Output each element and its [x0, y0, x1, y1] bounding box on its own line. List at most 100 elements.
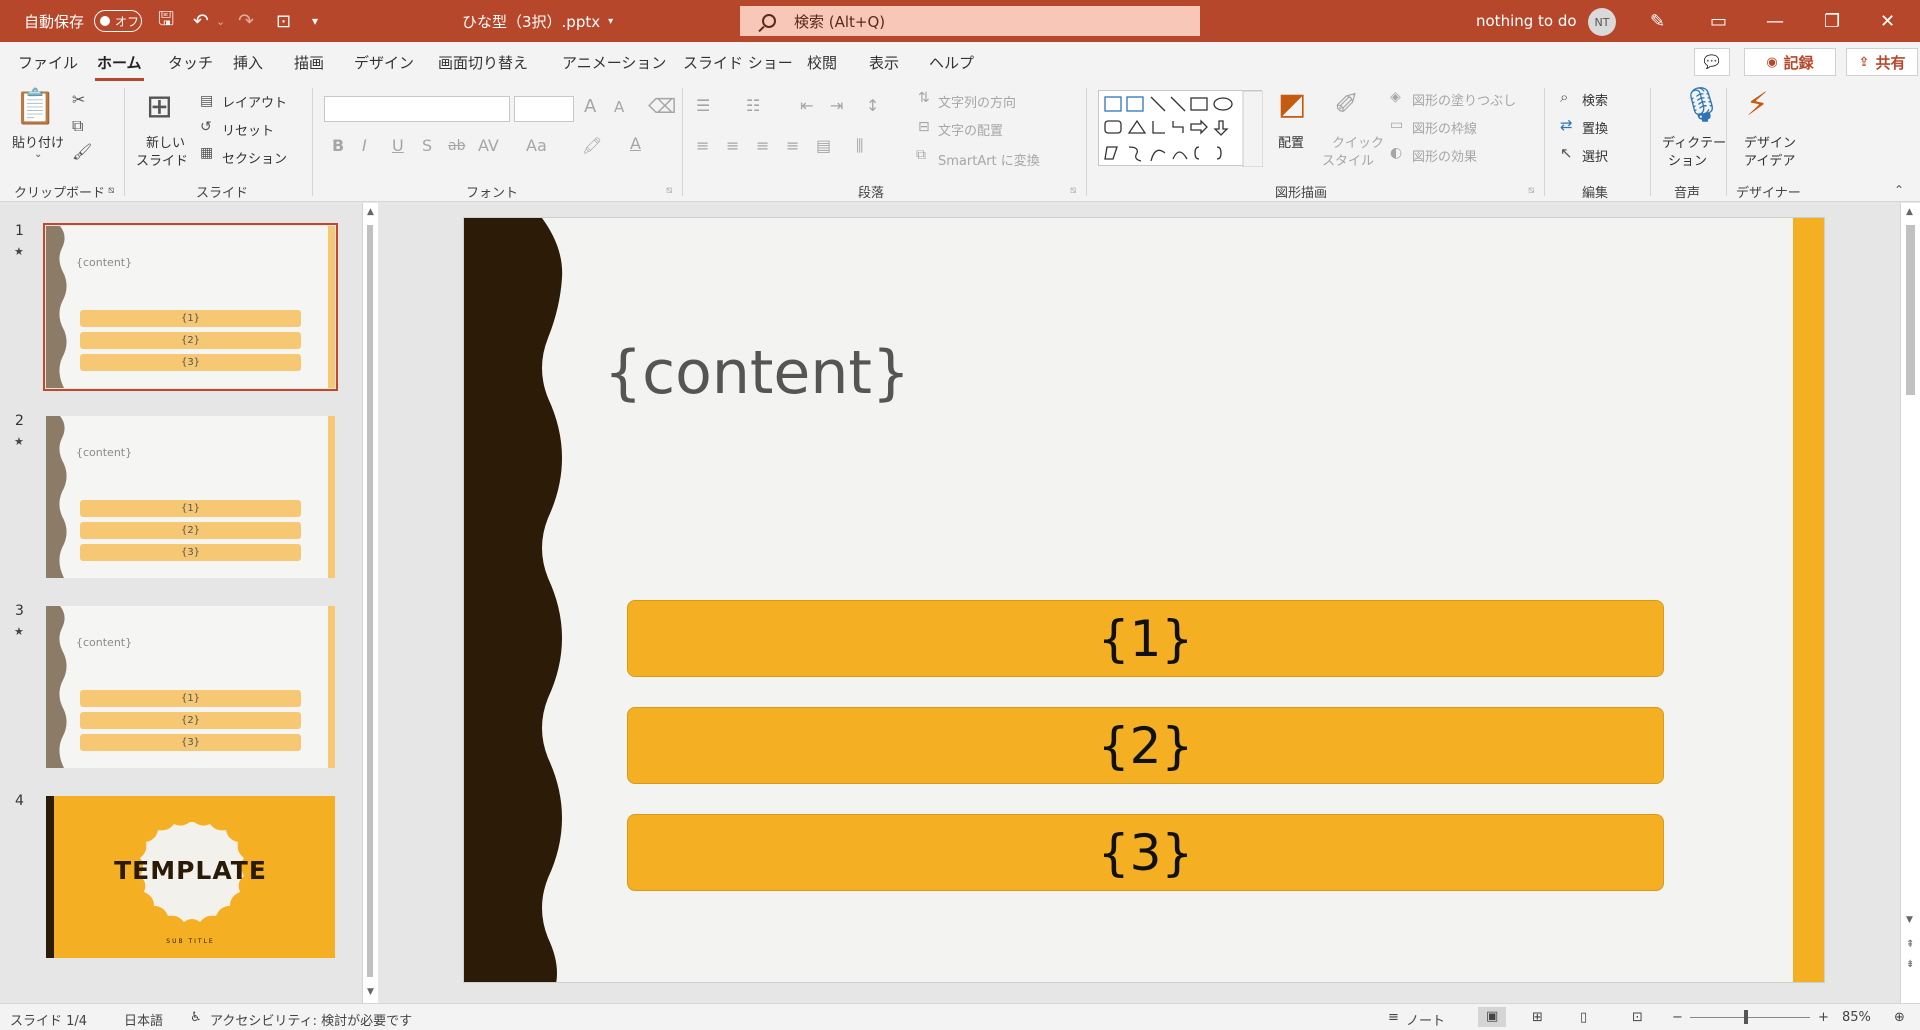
paragraph-launcher-icon[interactable]: ⧅ — [1070, 186, 1076, 196]
tab-file[interactable]: ファイル — [18, 52, 78, 73]
tab-help[interactable]: ヘルプ — [929, 52, 974, 73]
comments-button[interactable]: 💬 — [1694, 48, 1730, 76]
char-spacing-button[interactable]: AV — [478, 138, 499, 154]
pen-icon[interactable]: ✎ — [1650, 0, 1665, 42]
justify-icon[interactable]: ≡ — [786, 138, 799, 154]
shape-fill-button[interactable]: 図形の塗りつぶし — [1412, 90, 1516, 109]
scroll-up-icon[interactable]: ▲ — [1906, 207, 1913, 217]
accessibility-status[interactable]: アクセシビリティ: 検討が必要です — [210, 1010, 412, 1029]
slide-thumbnail-1[interactable]: {content} {1} {2} {3} — [43, 223, 338, 391]
tab-draw[interactable]: 描画 — [294, 52, 324, 73]
layout-button[interactable]: レイアウト — [222, 92, 287, 111]
align-left-icon[interactable]: ≡ — [696, 138, 709, 154]
design-ideas-icon[interactable]: ⚡ — [1746, 88, 1768, 120]
new-slide-icon[interactable]: ⊞ — [146, 90, 173, 122]
customize-qat-icon[interactable]: ▾ — [312, 0, 318, 42]
ribbon-display-icon[interactable]: ▭ — [1710, 0, 1727, 42]
shape-outline-button[interactable]: 図形の枠線 — [1412, 118, 1477, 137]
zoom-out-icon[interactable]: − — [1672, 1010, 1683, 1025]
columns-icon[interactable]: ⫼ — [856, 138, 863, 154]
font-size-combo[interactable] — [514, 96, 574, 122]
quick-styles-label-2[interactable]: スタイル — [1322, 150, 1374, 169]
option-box-2[interactable]: {2} — [627, 707, 1664, 784]
tab-transitions[interactable]: 画面切り替え — [438, 52, 528, 73]
zoom-slider[interactable] — [1690, 1017, 1810, 1018]
font-color-icon[interactable]: A — [630, 136, 641, 152]
font-launcher-icon[interactable]: ⧅ — [666, 186, 672, 196]
new-slide-label-2[interactable]: スライド — [136, 150, 188, 169]
underline-button[interactable]: U — [392, 138, 404, 154]
undo-icon[interactable]: ↶ — [193, 0, 209, 42]
redo-icon[interactable]: ↷ — [238, 0, 254, 42]
drawing-launcher-icon[interactable]: ⧅ — [1528, 186, 1534, 196]
zoom-level[interactable]: 85% — [1842, 1010, 1871, 1025]
bold-button[interactable]: B — [332, 138, 344, 154]
quick-styles-icon[interactable]: ✐ — [1334, 90, 1359, 120]
tab-view[interactable]: 表示 — [869, 52, 899, 73]
slide-thumbnail-4[interactable]: TEMPLATE SUB TITLE — [46, 796, 335, 958]
numbering-icon[interactable]: ☷ — [746, 98, 760, 114]
change-case-button[interactable]: Aa — [526, 138, 547, 154]
clipboard-launcher-icon[interactable]: ⧅ — [108, 186, 114, 196]
copy-icon[interactable]: ⧉ — [72, 118, 83, 134]
tab-insert[interactable]: 挿入 — [233, 52, 263, 73]
reading-view-icon[interactable]: ▯ — [1580, 1010, 1587, 1025]
align-right-icon[interactable]: ≡ — [756, 138, 769, 154]
arrange-icon[interactable]: ◩ — [1278, 90, 1306, 120]
shrink-font-icon[interactable]: A — [614, 100, 624, 115]
arrange-button[interactable]: 配置 — [1278, 132, 1304, 151]
text-direction-button[interactable]: 文字列の方向 — [938, 92, 1016, 111]
tab-animations[interactable]: アニメーション — [562, 52, 666, 73]
next-slide-icon[interactable]: ⇟ — [1906, 959, 1914, 970]
undo-dropdown-icon[interactable]: ⌄ — [216, 0, 225, 42]
minimize-button[interactable]: — — [1766, 0, 1784, 42]
slide-thumbnail-2[interactable]: {content} {1} {2} {3} — [46, 416, 335, 578]
present-icon[interactable]: ⊡ — [276, 0, 291, 42]
design-ideas-label-1[interactable]: デザイン — [1744, 132, 1796, 151]
notes-button[interactable]: ノート — [1406, 1010, 1445, 1029]
tab-slideshow[interactable]: スライド ショー — [683, 52, 793, 73]
shapes-gallery[interactable] — [1098, 90, 1264, 168]
zoom-slider-thumb[interactable] — [1744, 1010, 1748, 1024]
collapse-ribbon-icon[interactable]: ⌃ — [1894, 184, 1904, 196]
language-indicator[interactable]: 日本語 — [124, 1010, 163, 1029]
microphone-icon[interactable]: 🎙 — [1680, 88, 1723, 122]
highlight-icon[interactable]: 🖍 — [582, 138, 602, 154]
shadow-button[interactable]: S — [422, 138, 432, 154]
save-icon[interactable]: 🖫 — [158, 0, 174, 42]
grow-font-icon[interactable]: A — [584, 98, 596, 116]
slide-title[interactable]: {content} — [604, 338, 910, 408]
find-button[interactable]: 検索 — [1582, 90, 1608, 109]
share-button[interactable]: ⇪ 共有 — [1846, 48, 1918, 76]
scroll-down-icon[interactable]: ▼ — [367, 987, 374, 997]
new-slide-label-1[interactable]: 新しい — [146, 132, 185, 151]
document-title[interactable]: ひな型（3択）.pptx ▾ — [462, 0, 613, 42]
scrollbar-thumb[interactable] — [367, 225, 373, 977]
decrease-indent-icon[interactable]: ⇤ — [800, 98, 813, 114]
bullets-icon[interactable]: ☰ — [696, 98, 710, 114]
scroll-up-icon[interactable]: ▲ — [367, 207, 374, 217]
editor-scrollbar[interactable]: ▲ ▼ ⇞ ⇟ — [1900, 203, 1920, 1003]
design-ideas-label-2[interactable]: アイデア — [1744, 150, 1795, 169]
slide-canvas[interactable]: {content} {1} {2} {3} — [463, 217, 1825, 983]
user-name[interactable]: nothing to do — [1476, 0, 1577, 42]
fit-to-window-icon[interactable]: ⊕ — [1894, 1010, 1905, 1025]
option-box-3[interactable]: {3} — [627, 814, 1664, 891]
cut-icon[interactable]: ✂ — [72, 92, 85, 108]
close-button[interactable]: ✕ — [1880, 0, 1895, 42]
reset-button[interactable]: リセット — [222, 120, 274, 139]
slide-sorter-icon[interactable]: ⊞ — [1532, 1010, 1543, 1025]
scroll-down-icon[interactable]: ▼ — [1906, 915, 1913, 925]
tab-design[interactable]: デザイン — [354, 52, 414, 73]
tab-review[interactable]: 校閲 — [807, 52, 837, 73]
tab-home[interactable]: ホーム — [95, 52, 144, 81]
shape-effects-button[interactable]: 図形の効果 — [1412, 146, 1477, 165]
autosave-toggle[interactable]: オフ — [94, 10, 143, 32]
distributed-icon[interactable]: ▤ — [816, 138, 831, 154]
select-button[interactable]: 選択 — [1582, 146, 1608, 165]
option-box-1[interactable]: {1} — [627, 600, 1664, 677]
quick-styles-label-1[interactable]: クイック — [1332, 132, 1384, 151]
dictate-label-1[interactable]: ディクテー — [1662, 132, 1726, 151]
thumbnails-scrollbar[interactable]: ▲ ▼ — [362, 203, 378, 1003]
format-painter-icon[interactable]: 🖌 — [72, 144, 92, 160]
